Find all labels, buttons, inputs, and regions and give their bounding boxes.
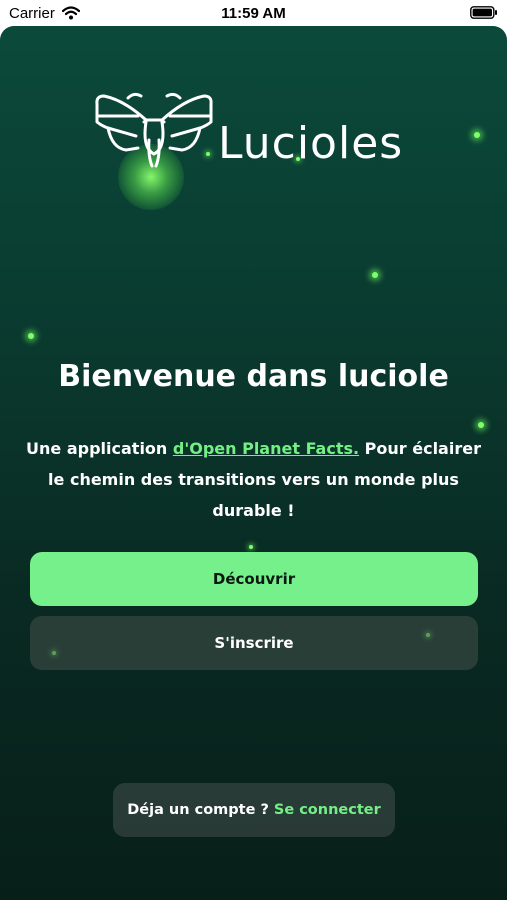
firefly-icon xyxy=(474,132,480,138)
welcome-title: Bienvenue dans luciole xyxy=(58,359,449,394)
signup-button-label: S'inscrire xyxy=(214,634,294,652)
status-bar: Carrier 11:59 AM xyxy=(0,0,507,26)
intro-line-1: Une application d'Open Planet Facts. Pou… xyxy=(20,433,487,464)
login-link[interactable]: Se connecter xyxy=(274,802,381,818)
login-prompt: Déja un compte ? Se connecter xyxy=(113,783,395,837)
open-planet-facts-link[interactable]: d'Open Planet Facts. xyxy=(173,439,359,458)
discover-button-label: Découvrir xyxy=(212,570,296,588)
intro-text: Une application d'Open Planet Facts. Pou… xyxy=(20,433,487,526)
intro-after-link: Pour éclairer xyxy=(359,439,481,458)
welcome-screen: Lucioles Bienvenue dans luciole Une appl… xyxy=(0,26,507,900)
firefly-icon xyxy=(28,333,34,339)
discover-button[interactable]: Découvrir xyxy=(30,552,478,606)
battery-icon xyxy=(470,6,498,23)
login-prompt-text: Déja un compte ? xyxy=(127,802,269,818)
status-time: 11:59 AM xyxy=(221,5,286,22)
signup-button[interactable]: S'inscrire xyxy=(30,616,478,670)
intro-line-3: durable ! xyxy=(212,501,295,520)
app-name: Lucioles xyxy=(218,118,404,169)
intro-line-2: le chemin des transitions vers un monde … xyxy=(48,470,459,489)
firefly-icon xyxy=(372,272,378,278)
firefly-icon xyxy=(249,545,253,549)
firefly-icon xyxy=(478,422,484,428)
firefly-logo-icon xyxy=(94,90,214,184)
intro-prefix: Une application xyxy=(26,439,173,458)
